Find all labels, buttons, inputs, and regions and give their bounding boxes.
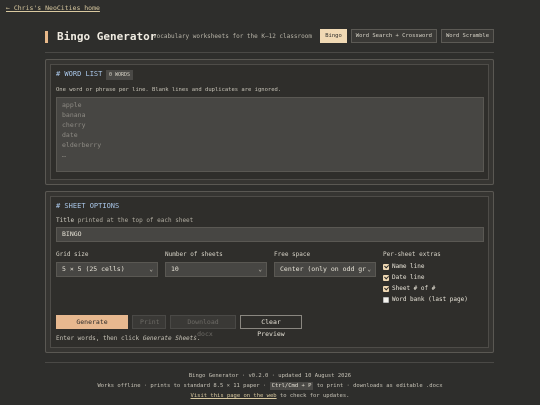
extra-word-bank[interactable]: Word bank (last page) bbox=[383, 296, 468, 303]
grid-size-value: 5 × 5 (25 cells) bbox=[62, 265, 125, 273]
back-home-link[interactable]: ← Chris's NeoCities home bbox=[6, 4, 100, 12]
footer-update: Visit this page on the web to check for … bbox=[0, 393, 540, 399]
footer-divider bbox=[45, 362, 494, 363]
footer-info-b: to print · downloads as editable .docx bbox=[313, 383, 443, 389]
checkbox-unchecked-icon[interactable] bbox=[383, 296, 389, 303]
placeholder-line: date bbox=[62, 131, 78, 139]
clear-preview-button[interactable]: Clear Preview bbox=[240, 315, 302, 338]
grid-size-select[interactable]: 5 × 5 (25 cells) ⌄ bbox=[56, 262, 158, 277]
status-message: Enter words, then click Generate Sheets. bbox=[56, 335, 201, 342]
placeholder-line: elderberry bbox=[62, 141, 102, 149]
word-count-badge: 0 WORDS bbox=[106, 70, 134, 80]
sheet-options-panel: # SHEET OPTIONS Title printed at the top… bbox=[45, 191, 494, 353]
chevron-down-icon: ⌄ bbox=[367, 266, 371, 273]
extra-sheet-number[interactable]: Sheet # of # bbox=[383, 285, 435, 292]
generate-sheets-button[interactable]: Generate Sheets bbox=[56, 315, 128, 338]
free-space-label: Free space bbox=[274, 251, 311, 258]
footer-version: Bingo Generator · v0.2.0 · updated 10 Au… bbox=[188, 373, 352, 379]
extra-label: Date line bbox=[392, 274, 425, 281]
checkbox-checked-icon[interactable] bbox=[383, 274, 389, 281]
sheet-options-heading: # SHEET OPTIONS bbox=[56, 202, 120, 210]
page-header: Bingo Generator vocabulary worksheets fo… bbox=[45, 28, 494, 48]
title-label-text: Title bbox=[56, 217, 75, 224]
num-sheets-select[interactable]: 10 ⌄ bbox=[165, 262, 267, 277]
visit-web-link[interactable]: Visit this page on the web bbox=[191, 393, 277, 399]
extra-label: Name line bbox=[392, 263, 425, 270]
tab-word-search-crossword[interactable]: Word Search + Crossword bbox=[350, 29, 437, 43]
footer-update-rest: to check for updates. bbox=[276, 393, 350, 399]
tab-word-scramble[interactable]: Word Scramble bbox=[440, 29, 494, 43]
num-sheets-value: 10 bbox=[171, 265, 179, 273]
title-accent-bar bbox=[45, 31, 48, 43]
sheet-title-input[interactable]: BINGO bbox=[56, 227, 484, 242]
free-space-value: Center (only on odd gr bbox=[280, 265, 367, 273]
extra-label: Sheet # of # bbox=[392, 285, 436, 292]
word-list-heading: # WORD LIST bbox=[56, 70, 103, 78]
generator-tabs: Bingo Word Search + Crossword Word Scram… bbox=[320, 29, 494, 43]
checkbox-checked-icon[interactable] bbox=[383, 285, 389, 292]
placeholder-line: cherry bbox=[62, 121, 86, 129]
placeholder-line: apple bbox=[62, 101, 82, 109]
placeholder-line: … bbox=[62, 151, 66, 159]
word-list-panel-inner: # WORD LIST 0 WORDS One word or phrase p… bbox=[50, 64, 489, 180]
num-sheets-label: Number of sheets bbox=[165, 251, 223, 258]
word-list-textarea[interactable]: apple banana cherry date elderberry … bbox=[56, 97, 484, 172]
free-space-select[interactable]: Center (only on odd gr ⌄ bbox=[274, 262, 376, 277]
footer-info: Works offline · prints to standard 8.5 ×… bbox=[0, 382, 540, 390]
extra-label: Word bank (last page) bbox=[392, 296, 468, 303]
chevron-down-icon: ⌄ bbox=[258, 266, 262, 273]
status-prefix: Enter words, then click bbox=[56, 335, 143, 342]
page-subtitle: vocabulary worksheets for the K–12 class… bbox=[153, 33, 312, 40]
download-docx-button[interactable]: Download .docx bbox=[170, 315, 236, 338]
word-list-hint: One word or phrase per line. Blank lines… bbox=[56, 87, 282, 93]
page-title: Bingo Generator bbox=[57, 30, 157, 43]
print-button[interactable]: Print bbox=[132, 315, 166, 329]
status-action: Generate Sheets bbox=[142, 335, 197, 342]
word-list-panel: # WORD LIST 0 WORDS One word or phrase p… bbox=[45, 59, 494, 185]
status-suffix: . bbox=[196, 335, 201, 342]
chevron-down-icon: ⌄ bbox=[149, 266, 153, 273]
checkbox-checked-icon[interactable] bbox=[383, 263, 389, 270]
keyboard-shortcut: Ctrl/Cmd + P bbox=[269, 382, 314, 390]
footer-info-a: Works offline · prints to standard 8.5 ×… bbox=[97, 383, 270, 389]
header-divider bbox=[45, 52, 494, 53]
title-field-label: Title printed at the top of each sheet bbox=[56, 217, 193, 224]
extra-date-line[interactable]: Date line bbox=[383, 274, 425, 281]
tab-bingo[interactable]: Bingo bbox=[320, 29, 347, 43]
sheet-options-panel-inner: # SHEET OPTIONS Title printed at the top… bbox=[50, 196, 489, 348]
extra-name-line[interactable]: Name line bbox=[383, 263, 425, 270]
title-label-hint: printed at the top of each sheet bbox=[77, 217, 194, 224]
grid-size-label: Grid size bbox=[56, 251, 89, 258]
placeholder-line: banana bbox=[62, 111, 86, 119]
extras-label: Per-sheet extras bbox=[383, 251, 441, 258]
